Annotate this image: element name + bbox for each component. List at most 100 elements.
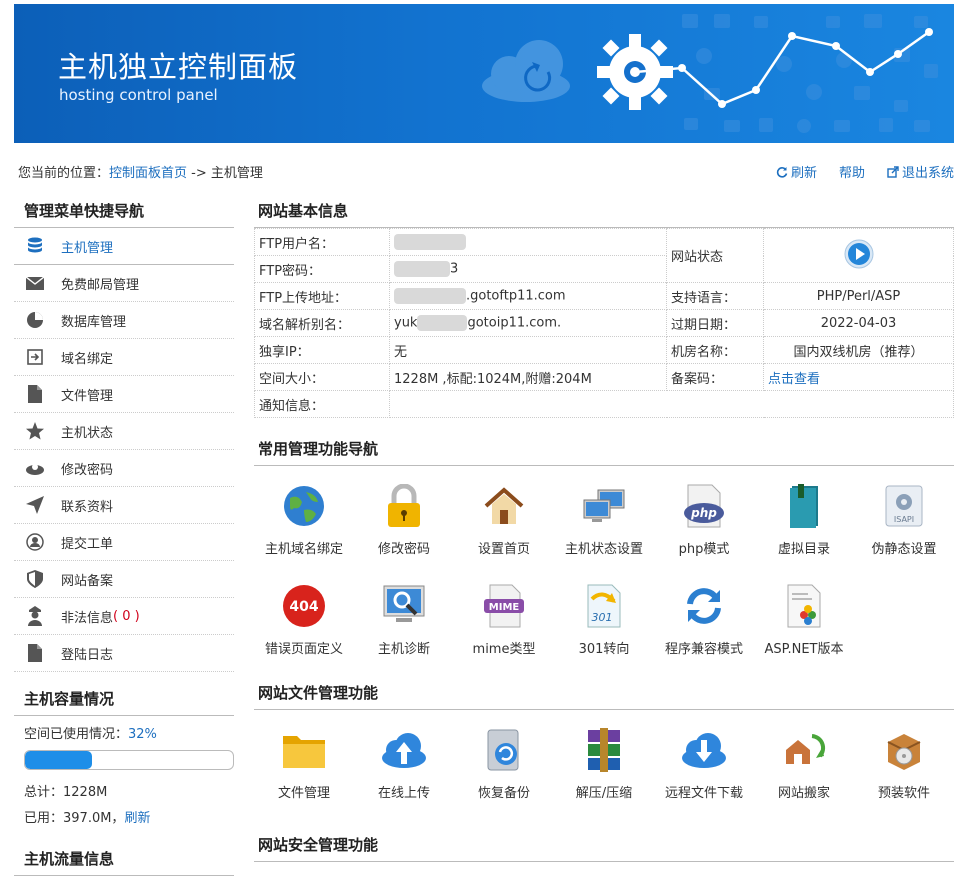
svg-text:php: php (690, 506, 717, 520)
tool-homepage[interactable]: 设置首页 (454, 482, 554, 582)
domain-alias-value: yuk gotoip11.com. (389, 309, 667, 337)
send-icon (24, 495, 46, 515)
tool-remote-download[interactable]: 远程文件下载 (654, 726, 754, 826)
breadcrumb-home-link[interactable]: 控制面板首页 (109, 166, 187, 181)
tool-aspnet[interactable]: ASP.NET版本 (754, 582, 854, 682)
svg-text:404: 404 (289, 599, 318, 615)
star-icon (24, 421, 46, 441)
sidebar-item-label: 提交工单 (61, 536, 114, 552)
capacity-panel: 主机容量情况 空间已使用情况：32% 总计：1228M 已用：397.0M，刷新 (14, 684, 234, 826)
sidebar-item-label: 主机管理 (61, 240, 114, 256)
sidebar-item-database[interactable]: 数据库管理 (14, 302, 234, 339)
tool-preinstall[interactable]: 预装软件 (854, 726, 954, 826)
logout-icon (887, 165, 899, 178)
svg-text:MIME: MIME (489, 602, 520, 613)
tool-diagnose[interactable]: 主机诊断 (354, 582, 454, 682)
tool-rewrite[interactable]: ISAPI 伪静态设置 (854, 482, 954, 582)
table-row: 域名解析别名： yuk gotoip11.com. 过期日期： 2022-04-0… (254, 309, 954, 337)
ip-label: 独享IP： (254, 336, 390, 364)
sidebar-item-contact[interactable]: 联系资料 (14, 487, 234, 524)
sidebar: 管理菜单快捷导航 主机管理 免费邮局管理 数据库管理 域名绑定 文件管理 主机状… (14, 196, 234, 876)
restore-icon (480, 726, 528, 774)
error-404-icon: 404 (280, 582, 328, 630)
sidebar-item-password[interactable]: 修改密码 (14, 450, 234, 487)
sidebar-item-mail[interactable]: 免费邮局管理 (14, 265, 234, 302)
isapi-icon: ISAPI (880, 482, 928, 530)
expire-label: 过期日期： (666, 309, 764, 337)
book-icon (780, 482, 828, 530)
tool-error-page[interactable]: 404 错误页面定义 (254, 582, 354, 682)
user-icon (24, 532, 46, 552)
banner-subtitle: hosting control panel (59, 86, 218, 104)
tool-301-redirect[interactable]: 301 301转向 (554, 582, 654, 682)
tool-compat-mode[interactable]: 程序兼容模式 (654, 582, 754, 682)
tool-host-status[interactable]: 主机状态设置 (554, 482, 654, 582)
notice-label: 通知信息： (254, 390, 390, 418)
tool-label: mime类型 (472, 642, 536, 657)
tool-label: ASP.NET版本 (764, 642, 844, 657)
nav-title: 常用管理功能导航 (254, 434, 954, 466)
logout-label: 退出系统 (901, 166, 954, 181)
tool-domain-bind[interactable]: 主机域名绑定 (254, 482, 354, 582)
tool-virtual-dir[interactable]: 虚拟目录 (754, 482, 854, 582)
refresh-link[interactable]: 刷新 (776, 162, 817, 181)
sidebar-item-ticket[interactable]: 提交工单 (14, 524, 234, 561)
sidebar-item-domain[interactable]: 域名绑定 (14, 339, 234, 376)
capacity-used-percent: 32% (128, 727, 157, 742)
capacity-used-row: 空间已使用情况：32% (14, 716, 234, 742)
nav-tools-grid: 主机域名绑定 修改密码 设置首页 主机状态设置 php php模式 虚拟目录 I… (254, 466, 954, 682)
tool-php-mode[interactable]: php php模式 (654, 482, 754, 582)
sidebar-item-label: 数据库管理 (61, 314, 127, 330)
tool-mime[interactable]: MIME mime类型 (454, 582, 554, 682)
sidebar-item-loginlog[interactable]: 登陆日志 (14, 635, 234, 672)
domain-alias-value-a: yuk (394, 315, 418, 331)
ftp-pass-label: FTP密码： (254, 255, 390, 283)
capacity-total: 总计：1228M (24, 785, 108, 800)
capacity-refresh-link[interactable]: 刷新 (124, 811, 150, 826)
lang-value: PHP/Perl/ASP (763, 282, 954, 310)
play-status-icon[interactable] (844, 239, 874, 269)
sidebar-item-host[interactable]: 主机管理 (14, 228, 234, 265)
sidebar-item-label: 网站备案 (61, 573, 114, 589)
security-title: 网站安全管理功能 (254, 830, 954, 862)
sidebar-item-beian[interactable]: 网站备案 (14, 561, 234, 598)
tool-label: php模式 (678, 542, 730, 557)
cloud-upload-icon (380, 726, 428, 774)
ftp-user-label: FTP用户名： (254, 228, 390, 256)
capacity-progress-fill (25, 751, 92, 769)
notice-value (389, 390, 954, 418)
tool-upload[interactable]: 在线上传 (354, 726, 454, 826)
tool-archive[interactable]: 解压/压缩 (554, 726, 654, 826)
banner-title: 主机独立控制面板 (58, 50, 299, 84)
beian-label: 备案码： (666, 363, 764, 391)
tool-site-move[interactable]: 网站搬家 (754, 726, 854, 826)
tool-restore[interactable]: 恢复备份 (454, 726, 554, 826)
ftp-addr-value-text: .gotoftp11.com (466, 288, 566, 304)
room-label: 机房名称： (666, 336, 764, 364)
sidebar-item-files[interactable]: 文件管理 (14, 376, 234, 413)
mail-icon (24, 273, 46, 293)
refresh-icon (776, 166, 788, 178)
info-table: FTP用户名： 网站状态 FTP密码： 3 FTP上传地址： .gotoftp1… (254, 228, 954, 418)
tool-label: 文件管理 (277, 786, 330, 801)
sidebar-item-label: 域名绑定 (61, 351, 114, 367)
domain-alias-value-b: gotoip11.com. (467, 315, 562, 331)
logout-link[interactable]: 退出系统 (887, 162, 954, 181)
tool-label: 301转向 (578, 642, 630, 657)
tool-label: 主机状态设置 (564, 542, 643, 557)
table-row: 通知信息： (254, 390, 954, 418)
tool-label: 错误页面定义 (264, 642, 343, 657)
help-link[interactable]: 帮助 (839, 162, 865, 181)
top-links: 刷新 帮助 退出系统 (776, 162, 954, 181)
beian-link[interactable]: 点击查看 (763, 363, 954, 391)
breadcrumb-prefix: 您当前的位置： (18, 166, 110, 181)
tool-file-manager[interactable]: 文件管理 (254, 726, 354, 826)
breadcrumb-separator: -> (187, 166, 211, 181)
capacity-title: 主机容量情况 (14, 684, 234, 716)
pie-icon (24, 310, 46, 330)
sidebar-item-status[interactable]: 主机状态 (14, 413, 234, 450)
sidebar-item-illegal[interactable]: 非法信息( 0 ) (14, 598, 234, 635)
sidebar-item-label: 免费邮局管理 (61, 277, 140, 293)
tool-change-password[interactable]: 修改密码 (354, 482, 454, 582)
police-icon (24, 606, 46, 626)
